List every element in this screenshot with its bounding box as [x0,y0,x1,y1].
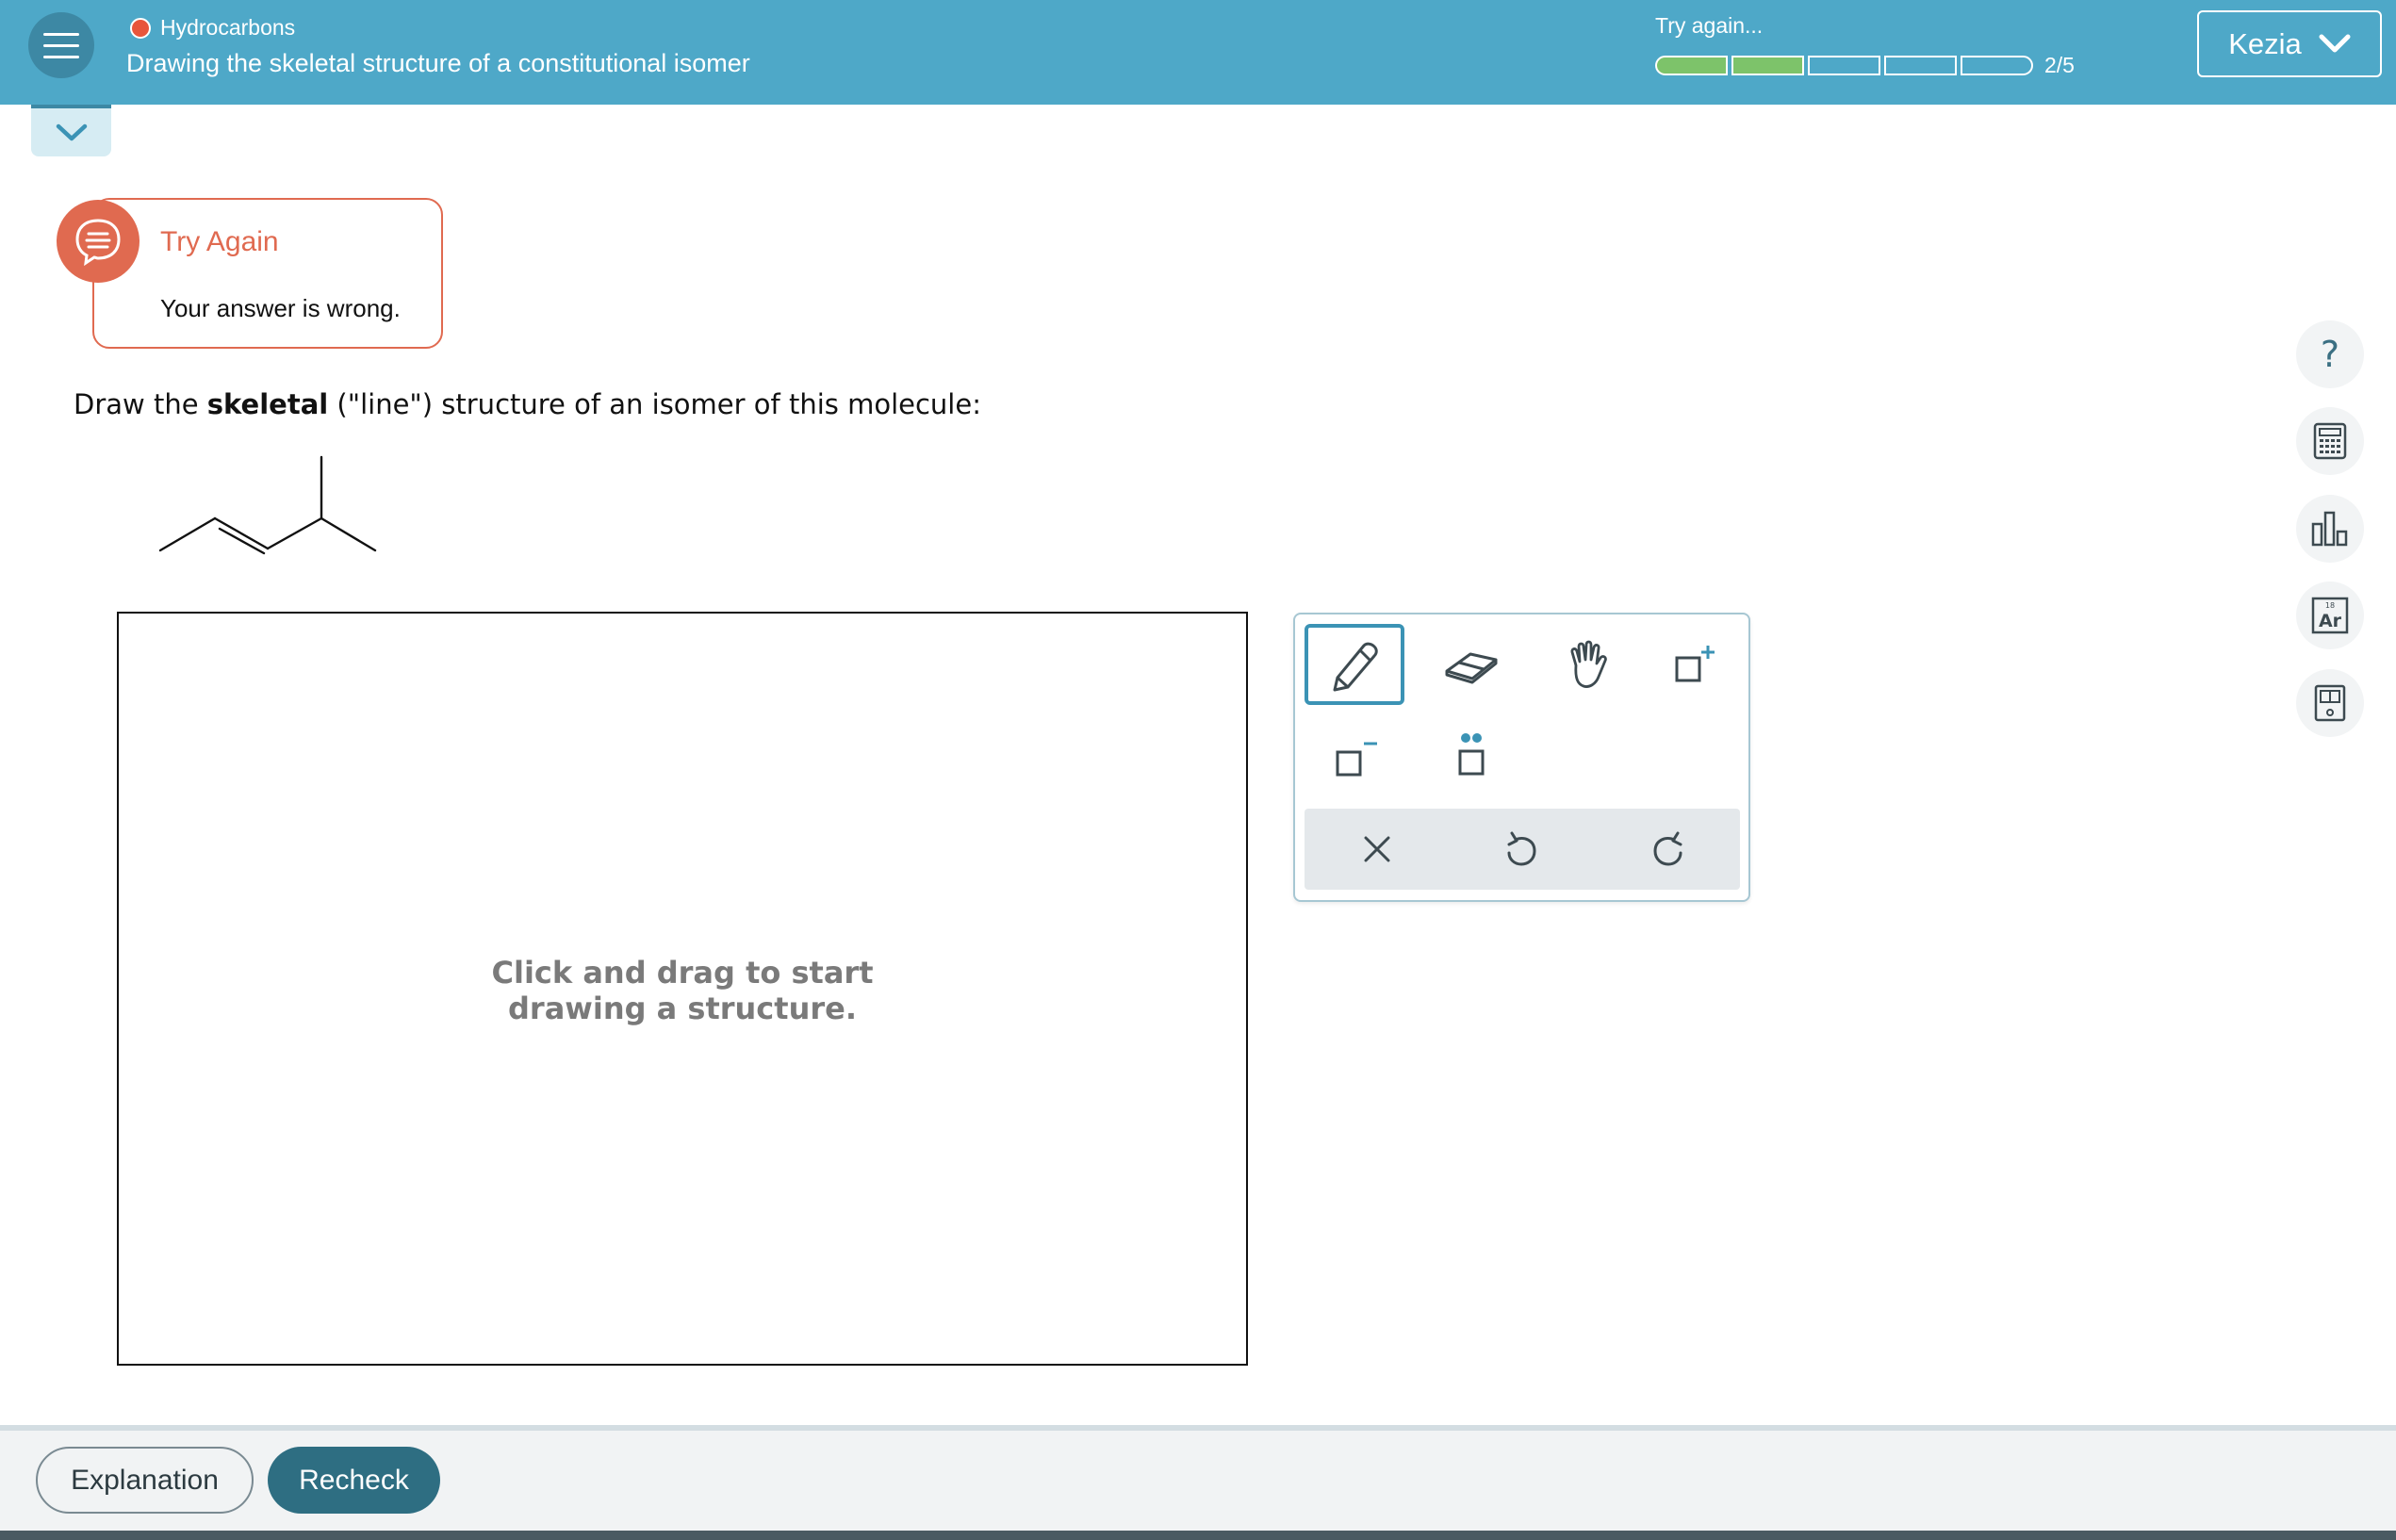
periodic-number: 18 [2325,601,2335,610]
positive-charge-icon [1675,646,1715,682]
positive-charge-tool[interactable] [1646,624,1746,705]
drawing-toolbar [1293,613,1750,902]
collapse-toggle[interactable] [31,105,111,156]
progress-bar: 2/5 [1655,53,2075,78]
negative-charge-tool[interactable] [1305,716,1404,797]
topic-label: Hydrocarbons [160,15,296,40]
feedback-message: Your answer is wrong. [160,294,401,322]
hand-tool[interactable] [1538,624,1638,705]
canvas-hint: Click and drag to start drawing a struct… [491,955,874,1026]
eraser-tool[interactable] [1421,624,1521,705]
reference-book-button[interactable] [2296,669,2364,737]
feedback-box [92,198,443,349]
lesson-title: Drawing the skeletal structure of a cons… [126,49,750,77]
periodic-table-button[interactable]: 18 Ar [2296,582,2364,649]
chat-bubble-icon [57,200,139,283]
progress-status: Try again... [1655,13,1764,38]
pencil-tool[interactable] [1305,624,1404,705]
hand-icon [1570,640,1607,688]
footer-strip [0,1531,2396,1540]
eraser-icon [1445,652,1498,684]
progress-segment [1655,56,1728,75]
progress-segments [1655,56,2033,75]
periodic-symbol: Ar [2319,611,2342,631]
negative-charge-icon [1336,742,1377,777]
progress-segment [1731,56,1804,75]
menu-line [43,32,79,36]
feedback-title: Try Again [160,226,279,257]
topic-row: Hydrocarbons [130,15,295,41]
calculator-icon [2313,422,2347,460]
toolbar-actions [1305,809,1740,890]
menu-line [43,55,79,58]
status-dot-icon [130,17,151,39]
progress-count: 2/5 [2044,53,2075,77]
question-prompt: Draw the skeletal ("line") structure of … [74,388,981,420]
help-button[interactable]: ? [2296,320,2364,388]
user-menu-button[interactable]: Kezia [2197,10,2382,77]
clear-icon [1364,836,1390,862]
recheck-button[interactable]: Recheck [268,1447,440,1514]
lone-pair-icon [1458,733,1485,776]
pencil-icon [1333,642,1378,692]
reference-book-icon [2314,684,2346,722]
progress-segment [1884,56,1957,75]
explanation-button[interactable]: Explanation [36,1447,254,1514]
question-bold: skeletal [206,388,329,420]
chevron-down-icon [2319,34,2351,52]
clear-button[interactable] [1305,809,1450,890]
molecule-structure [158,455,377,555]
redo-icon [1653,831,1682,866]
question-prefix: Draw the [74,388,207,420]
menu-line [43,43,79,47]
question-suffix: ("line") structure of an isomer of this … [328,388,981,420]
progress-segment [1961,56,2033,75]
chevron-down-icon [56,123,87,140]
menu-button[interactable] [28,12,94,78]
data-chart-icon [2311,511,2348,547]
periodic-table-icon: 18 Ar [2311,597,2349,634]
help-icon: ? [2320,334,2340,375]
user-name: Kezia [2228,26,2302,60]
redo-button[interactable] [1595,809,1740,890]
progress-segment [1808,56,1880,75]
undo-button[interactable] [1450,809,1595,890]
undo-icon [1507,831,1536,866]
lone-pair-tool[interactable] [1421,716,1521,797]
drawing-canvas[interactable]: Click and drag to start drawing a struct… [117,612,1248,1366]
top-bar: Hydrocarbons Drawing the skeletal struct… [0,0,2396,105]
calculator-button[interactable] [2296,407,2364,475]
data-chart-button[interactable] [2296,495,2364,563]
